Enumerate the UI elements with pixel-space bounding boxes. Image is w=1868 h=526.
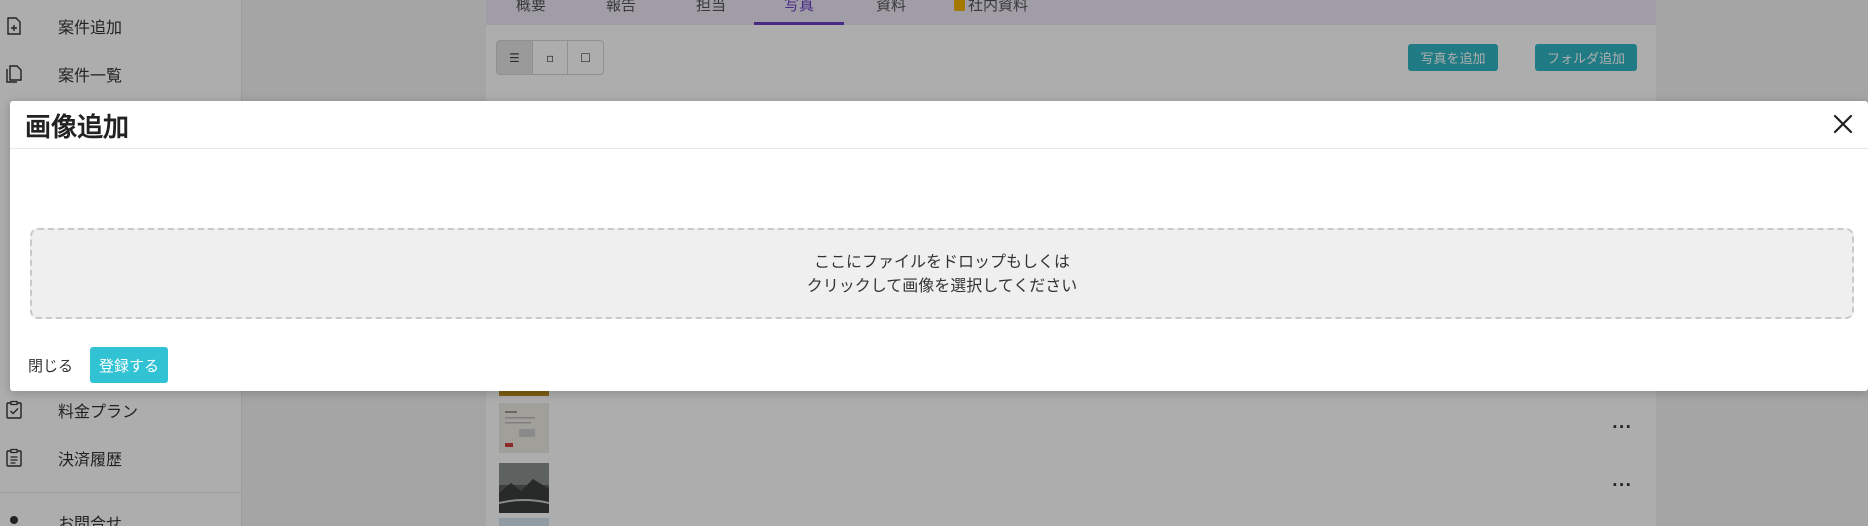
dropzone-text-line1: ここにファイルをドロップもしくは <box>813 251 1070 271</box>
close-icon[interactable] <box>1830 111 1856 137</box>
register-button[interactable]: 登録する <box>90 347 168 383</box>
file-dropzone[interactable]: ここにファイルをドロップもしくは クリックして画像を選択してください <box>30 228 1854 319</box>
close-button[interactable]: 閉じる <box>28 355 73 376</box>
add-image-modal: 画像追加 ここにファイルをドロップもしくは クリックして画像を選択してください … <box>10 101 1868 391</box>
modal-title: 画像追加 <box>25 113 130 143</box>
dropzone-text-line2: クリックして画像を選択してください <box>806 275 1078 295</box>
modal-header: 画像追加 <box>10 101 1868 149</box>
